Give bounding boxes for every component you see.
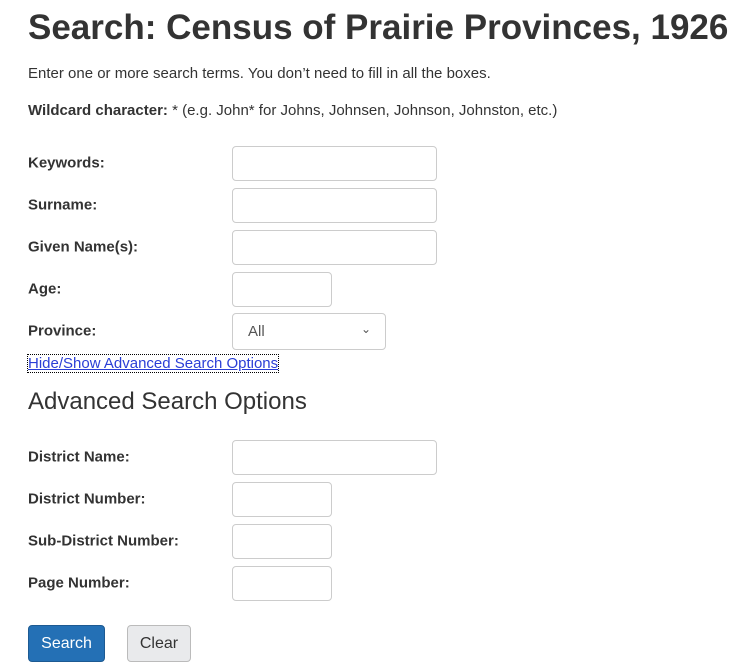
sub-district-label: Sub-District Number: — [28, 532, 179, 550]
province-label: Province: — [28, 322, 97, 340]
given-name-input[interactable] — [232, 230, 437, 265]
given-name-label: Given Name(s): — [28, 238, 139, 256]
age-label: Age: — [28, 280, 62, 298]
surname-label: Surname: — [28, 196, 98, 214]
chevron-down-icon: ⌄ — [360, 322, 371, 336]
keywords-label: Keywords: — [28, 154, 105, 172]
province-select[interactable]: All ⌄ — [232, 313, 386, 350]
toggle-advanced-link[interactable]: Hide/Show Advanced Search Options — [26, 354, 280, 373]
intro-text: Enter one or more search terms. You don’… — [28, 65, 491, 82]
advanced-heading: Advanced Search Options — [28, 388, 307, 415]
page-title: Search: Census of Prairie Provinces, 192… — [28, 8, 729, 47]
keywords-input[interactable] — [232, 146, 437, 181]
page-number-input[interactable] — [232, 566, 332, 601]
district-number-input[interactable] — [232, 482, 332, 517]
age-input[interactable] — [232, 272, 332, 307]
province-value: All — [248, 323, 265, 340]
district-name-input[interactable] — [232, 440, 437, 475]
sub-district-input[interactable] — [232, 524, 332, 559]
search-button[interactable]: Search — [28, 625, 105, 662]
wildcard-label: Wildcard character: — [28, 102, 168, 119]
page-number-label: Page Number: — [28, 574, 130, 592]
district-name-label: District Name: — [28, 448, 130, 466]
surname-input[interactable] — [232, 188, 437, 223]
district-number-label: District Number: — [28, 490, 146, 508]
wildcard-note: Wildcard character: * (e.g. John* for Jo… — [28, 102, 557, 119]
clear-button[interactable]: Clear — [127, 625, 191, 662]
wildcard-text: * (e.g. John* for Johns, Johnsen, Johnso… — [167, 102, 558, 119]
